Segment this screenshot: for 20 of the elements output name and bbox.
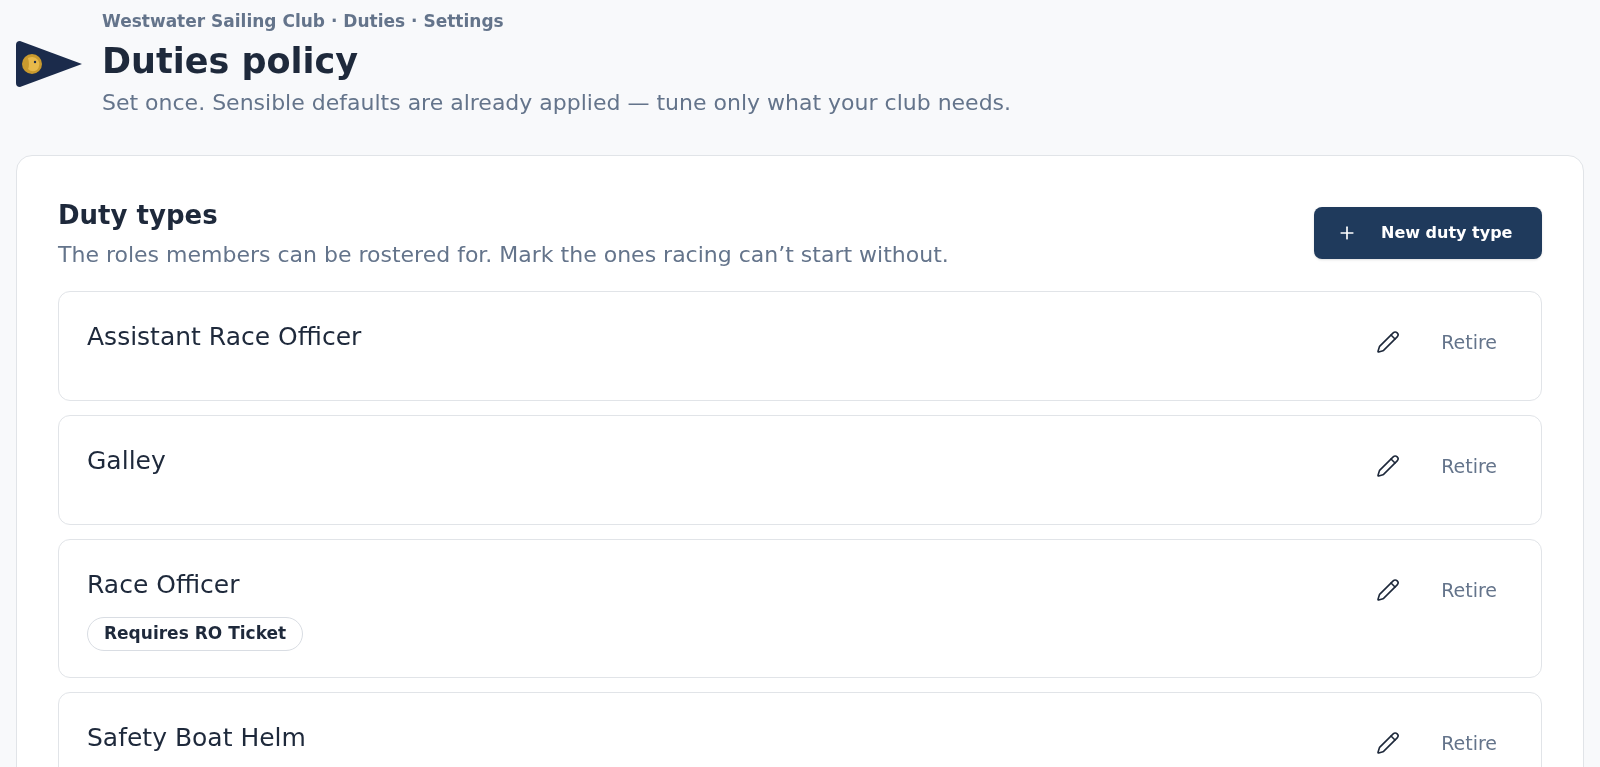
pencil-icon [1376, 330, 1401, 354]
duty-type-name: Safety Boat Helm [87, 722, 306, 754]
pencil-icon [1376, 578, 1401, 602]
breadcrumb: Westwater Sailing Club · Duties · Settings [102, 11, 505, 31]
new-duty-type-button[interactable]: New duty type [1314, 207, 1542, 259]
pennant-logo [16, 41, 82, 87]
page-subtitle: Set once. Sensible defaults are already applied — tune only what your club needs. [102, 89, 1012, 117]
duty-type-name: Assistant Race Officer [87, 321, 362, 353]
retire-button[interactable]: Retire [1425, 322, 1513, 362]
page-title: Duties policy [102, 40, 360, 83]
duty-type-name: Race Officer [87, 569, 240, 601]
duty-type-name: Galley [87, 445, 166, 477]
requirement-tag: Requires RO Ticket [87, 617, 304, 651]
section-title: Duty types [58, 199, 219, 231]
retire-button[interactable]: Retire [1425, 570, 1513, 610]
section-description: The roles members can be rostered for. Mark the ones racing can’t start without. [58, 241, 949, 269]
pencil-icon [1376, 731, 1401, 755]
pencil-icon [1376, 454, 1401, 478]
retire-button[interactable]: Retire [1425, 446, 1513, 486]
retire-button[interactable]: Retire [1425, 723, 1513, 763]
